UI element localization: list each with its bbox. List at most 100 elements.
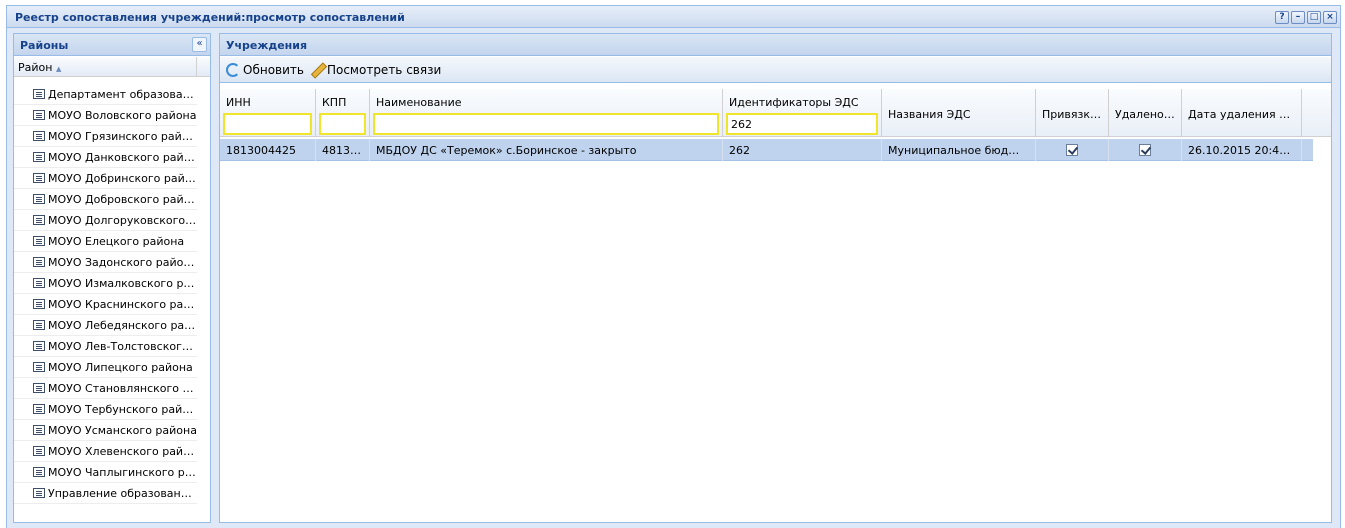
column-header-deleted[interactable]: Удалено и... <box>1109 89 1182 137</box>
help-icon[interactable]: ? <box>1275 11 1289 24</box>
list-item[interactable]: МОУО Усманского района <box>14 420 197 441</box>
district-label: МОУО Грязинского района <box>48 129 197 143</box>
district-label: МОУО Добринского района <box>48 171 197 185</box>
column-header-eds-names[interactable]: Названия ЭДС <box>882 89 1036 137</box>
institutions-panel-header: Учреждения <box>220 34 1331 56</box>
district-label: МОУО Измалковского райо... <box>48 276 197 290</box>
column-label-eds-names: Названия ЭДС <box>888 108 971 121</box>
list-item[interactable]: МОУО Долгоруковского ра... <box>14 210 197 231</box>
district-column-header-cell[interactable]: Район ▲ <box>14 57 197 77</box>
cell-deleted-date: 26.10.2015 20:42:06 <box>1182 139 1302 161</box>
district-label: МОУО Чаплыгинского райо... <box>48 465 197 479</box>
district-label: Департамент образования ... <box>48 87 197 101</box>
district-label: МОУО Лебедянского района <box>48 318 197 332</box>
list-item[interactable]: МОУО Воловского района <box>14 105 197 126</box>
district-label: МОУО Усманского района <box>48 423 197 437</box>
leaf-node-icon <box>33 362 45 372</box>
collapse-left-icon[interactable]: « <box>192 37 207 52</box>
refresh-button[interactable]: Обновить <box>226 62 304 77</box>
table-row[interactable]: 1813004425 48130... МБДОУ ДС «Теремок» с… <box>220 139 1313 161</box>
district-label: МОУО Липецкого района <box>48 360 193 374</box>
column-header-kpp[interactable]: КПП <box>316 89 370 137</box>
leaf-node-icon <box>33 467 45 477</box>
leaf-node-icon <box>33 215 45 225</box>
close-icon[interactable]: × <box>1323 11 1337 24</box>
window-title: Реестр сопоставления учреждений:просмотр… <box>15 11 405 24</box>
list-item[interactable]: МОУО Измалковского райо... <box>14 273 197 294</box>
district-label: МОУО Лев-Толстовского р... <box>48 339 197 353</box>
district-label: МОУО Тербунского района <box>48 402 197 416</box>
column-label-eds-ids: Идентификаторы ЭДС <box>729 96 859 109</box>
list-item[interactable]: МОУО Лев-Толстовского р... <box>14 336 197 357</box>
list-item[interactable]: Департамент образования ... <box>14 84 197 105</box>
list-item[interactable]: МОУО Хлевенского района <box>14 441 197 462</box>
grid-header: ИНН КПП Наименование Идентификаторы ЭДС … <box>220 89 1313 137</box>
district-label: МОУО Данковского района <box>48 150 197 164</box>
leaf-node-icon <box>33 383 45 393</box>
districts-panel-title: Районы <box>20 39 69 52</box>
column-header-inn[interactable]: ИНН <box>220 89 316 137</box>
view-links-label: Посмотреть связи <box>326 62 442 77</box>
pencil-icon <box>310 63 324 77</box>
filter-kpp-input[interactable] <box>319 113 366 135</box>
refresh-icon <box>226 62 240 77</box>
list-item[interactable]: МОУО Добринского района <box>14 168 197 189</box>
column-header-eds-ids[interactable]: Идентификаторы ЭДС <box>723 89 882 137</box>
cell-kpp: 48130... <box>316 139 370 161</box>
district-label: МОУО Добровского района <box>48 192 197 206</box>
list-item[interactable]: Управление образования г... <box>14 483 197 504</box>
list-item[interactable]: МОУО Добровского района <box>14 189 197 210</box>
minimize-icon[interactable]: – <box>1291 11 1305 24</box>
district-label: МОУО Долгоруковского ра... <box>48 213 197 227</box>
cell-eds-names: Муниципальное бюджетн... <box>882 139 1036 161</box>
list-item[interactable]: МОУО Елецкого района <box>14 231 197 252</box>
leaf-node-icon <box>33 320 45 330</box>
list-item[interactable]: МОУО Лебедянского района <box>14 315 197 336</box>
cell-binding <box>1036 139 1109 161</box>
list-item[interactable]: МОУО Грязинского района <box>14 126 197 147</box>
district-label: МОУО Хлевенского района <box>48 444 197 458</box>
leaf-node-icon <box>33 131 45 141</box>
binding-checkbox[interactable] <box>1066 144 1078 156</box>
district-label: МОУО Краснинского района <box>48 297 197 311</box>
cell-eds-ids: 262 <box>723 139 882 161</box>
column-label-binding: Привязка ... <box>1042 108 1104 121</box>
cell-deleted <box>1109 139 1182 161</box>
list-item[interactable]: МОУО Становлянского рай... <box>14 378 197 399</box>
view-links-button[interactable]: Посмотреть связи <box>310 63 441 77</box>
districts-panel: Районы « Район ▲ Департамент образования… <box>13 33 211 523</box>
column-header-deleted-date[interactable]: Дата удаления из Э... <box>1182 89 1302 137</box>
list-item[interactable]: МОУО Чаплыгинского райо... <box>14 462 197 483</box>
leaf-node-icon <box>33 152 45 162</box>
institutions-panel: Учреждения Обновить Посмотреть связи ИНН… <box>219 33 1332 523</box>
leaf-node-icon <box>33 446 45 456</box>
list-item[interactable]: МОУО Тербунского района <box>14 399 197 420</box>
list-item[interactable]: МОУО Задонского района <box>14 252 197 273</box>
list-item[interactable]: МОУО Липецкого района <box>14 357 197 378</box>
leaf-node-icon <box>33 236 45 246</box>
filter-inn-input[interactable] <box>223 113 312 135</box>
header-scroll-spacer <box>1313 89 1331 137</box>
district-label: МОУО Елецкого района <box>48 234 185 248</box>
filter-name-input[interactable] <box>373 113 719 135</box>
cell-inn: 1813004425 <box>220 139 316 161</box>
column-header-name[interactable]: Наименование <box>370 89 723 137</box>
refresh-label: Обновить <box>243 62 304 77</box>
maximize-icon[interactable]: □ <box>1307 11 1321 24</box>
column-header-binding[interactable]: Привязка ... <box>1036 89 1109 137</box>
filter-eds-ids-input[interactable] <box>726 113 878 135</box>
column-label-name: Наименование <box>376 96 462 109</box>
column-label-deleted-date: Дата удаления из Э... <box>1188 108 1297 121</box>
district-column-header[interactable]: Район ▲ <box>14 57 210 77</box>
districts-panel-header: Районы « <box>14 34 210 56</box>
sort-asc-icon: ▲ <box>55 65 62 73</box>
list-item[interactable]: МОУО Краснинского района <box>14 294 197 315</box>
column-label-deleted: Удалено и... <box>1115 108 1177 121</box>
leaf-node-icon <box>33 341 45 351</box>
list-item[interactable]: МОУО Данковского района <box>14 147 197 168</box>
leaf-node-icon <box>33 278 45 288</box>
leaf-node-icon <box>33 173 45 183</box>
leaf-node-icon <box>33 257 45 267</box>
institutions-toolbar: Обновить Посмотреть связи <box>220 57 1331 83</box>
deleted-checkbox[interactable] <box>1139 144 1151 156</box>
